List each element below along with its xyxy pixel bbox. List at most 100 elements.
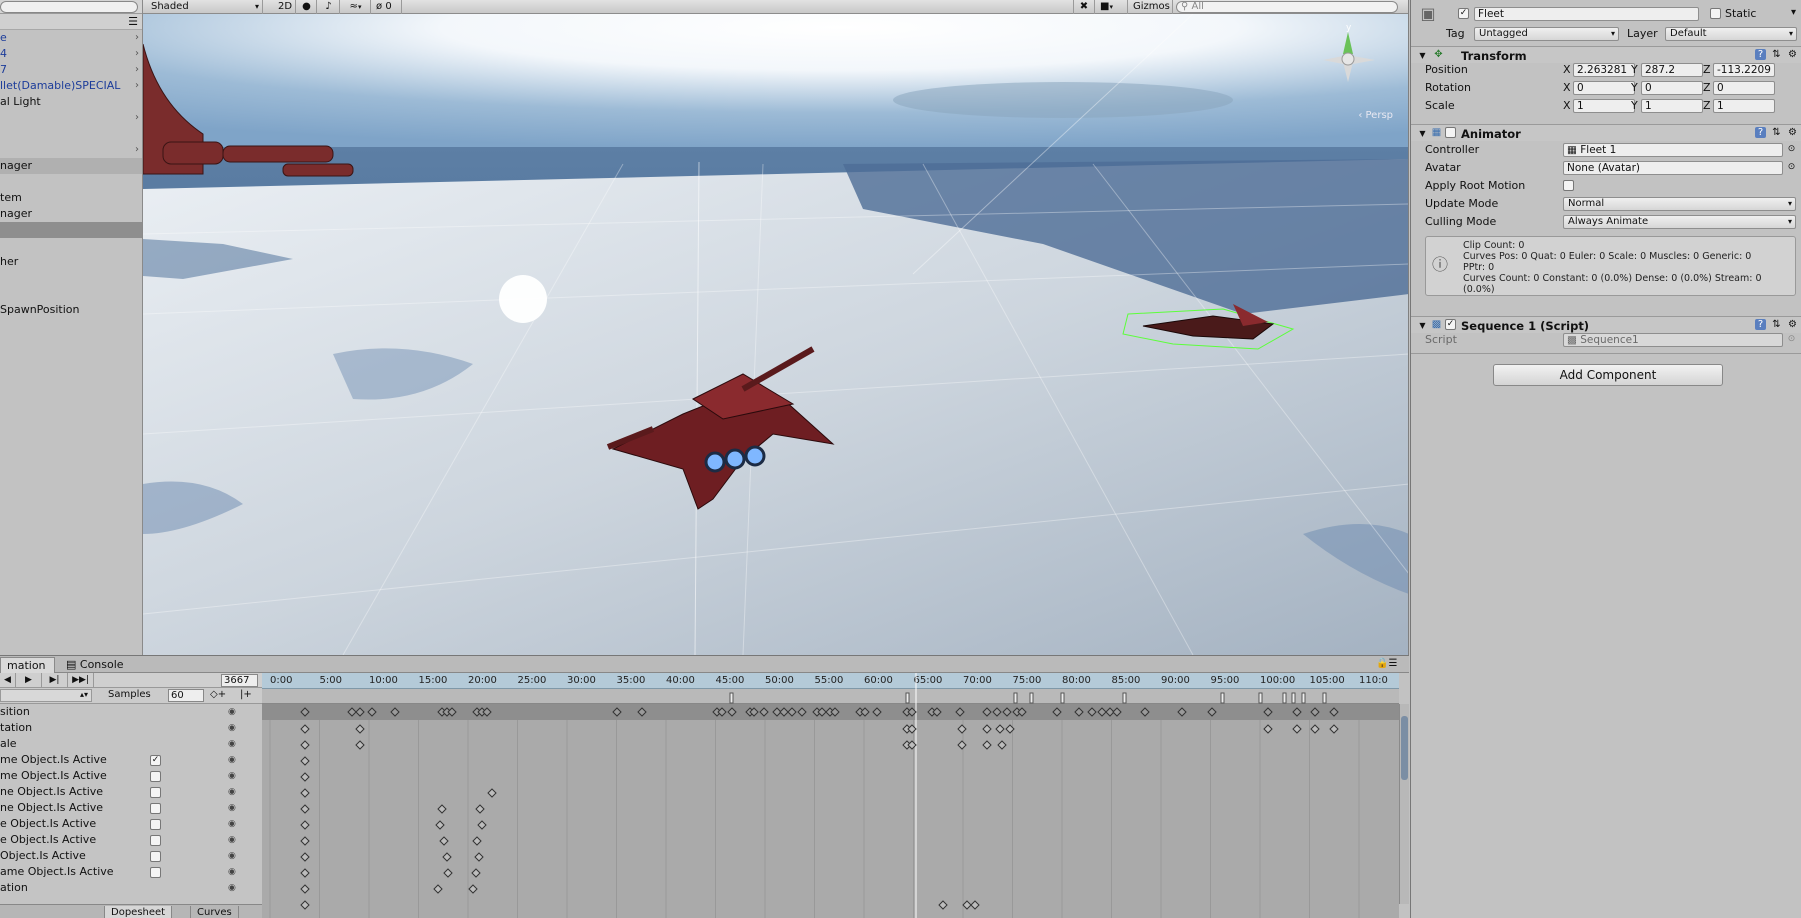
property-row[interactable]: sition ◉ — [0, 704, 250, 720]
hierarchy-item[interactable]: 7 › — [0, 62, 142, 78]
property-value-checkbox[interactable] — [150, 867, 161, 878]
hierarchy-item[interactable] — [0, 222, 142, 238]
visibility-icon[interactable]: ◉ — [228, 864, 236, 880]
property-row[interactable]: me Object.Is Active ◉ — [0, 768, 250, 784]
scale-y-input[interactable]: 1 — [1641, 99, 1703, 113]
2d-toggle-button[interactable]: 2D — [274, 0, 296, 14]
scene-viewport[interactable]: y ‹ Persp — [143, 14, 1408, 655]
visibility-icon[interactable]: ◉ — [228, 832, 236, 848]
property-row[interactable]: ale ◉ — [0, 736, 250, 752]
position-x-axis-label[interactable]: X — [1563, 63, 1571, 76]
samples-input[interactable]: 60 — [168, 689, 204, 702]
hierarchy-item[interactable]: nager — [0, 206, 142, 222]
tag-dropdown[interactable]: Untagged ▾ — [1474, 27, 1619, 41]
transform-header[interactable]: ▼ ✥ Transform ? ⇅ ⚙ — [1411, 46, 1801, 63]
chevron-right-icon[interactable]: › — [135, 78, 139, 94]
hierarchy-item[interactable] — [0, 286, 142, 302]
property-value-checkbox[interactable] — [150, 771, 161, 782]
active-checkbox[interactable]: ✓ — [1458, 8, 1469, 19]
lock-icon[interactable]: 🔒☰ — [1376, 658, 1397, 669]
sequence-header[interactable]: ▼ ▩ ✓ Sequence 1 (Script) ? ⇅ ⚙ — [1411, 316, 1801, 333]
hierarchy-item[interactable] — [0, 238, 142, 254]
rotation-label[interactable]: Rotation — [1425, 81, 1471, 94]
next-frame-button[interactable]: ▶| — [42, 673, 68, 688]
clip-dropdown[interactable]: ▴▾ — [0, 689, 92, 702]
hierarchy-item[interactable]: her — [0, 254, 142, 270]
hierarchy-item[interactable] — [0, 126, 142, 142]
property-row[interactable]: me Object.Is Active ✓ ◉ — [0, 752, 250, 768]
orientation-gizmo[interactable]: y — [1313, 22, 1383, 92]
hierarchy-item[interactable]: nager — [0, 158, 142, 174]
update-mode-dropdown[interactable]: Normal ▾ — [1563, 197, 1796, 211]
position-x-input[interactable]: 2.263281 — [1573, 63, 1635, 77]
rotation-y-input[interactable]: 0 — [1641, 81, 1703, 95]
chevron-right-icon[interactable]: › — [135, 62, 139, 78]
property-value-checkbox[interactable] — [150, 819, 161, 830]
scale-label[interactable]: Scale — [1425, 99, 1455, 112]
hierarchy-search-input[interactable] — [0, 1, 138, 13]
property-value-checkbox[interactable] — [150, 803, 161, 814]
scrollbar-thumb[interactable] — [1401, 716, 1408, 780]
property-row[interactable]: e Object.Is Active ◉ — [0, 832, 250, 848]
property-value-checkbox[interactable] — [150, 835, 161, 846]
gizmos-dropdown[interactable]: Gizmos▾ — [1129, 0, 1173, 23]
scale-y-axis-label[interactable]: Y — [1631, 99, 1638, 112]
hierarchy-item[interactable]: e › — [0, 30, 142, 46]
tab-dopesheet[interactable]: Dopesheet — [104, 906, 173, 918]
hidden-layers-button[interactable]: ø 0 — [372, 0, 402, 14]
property-value-checkbox[interactable]: ✓ — [150, 755, 161, 766]
hierarchy-item[interactable]: › — [0, 142, 142, 158]
gear-icon[interactable]: ⚙ — [1787, 49, 1798, 60]
help-icon[interactable]: ? — [1755, 49, 1766, 60]
visibility-icon[interactable]: ◉ — [228, 784, 236, 800]
foldout-arrow-icon[interactable]: ▼ — [1417, 320, 1428, 331]
visibility-icon[interactable]: ◉ — [228, 720, 236, 736]
shading-dropdown[interactable]: Shaded ▾ — [147, 0, 263, 14]
property-row[interactable]: tation ◉ — [0, 720, 250, 736]
hierarchy-item[interactable]: › — [0, 110, 142, 126]
preset-icon[interactable]: ⇅ — [1771, 319, 1782, 330]
chevron-right-icon[interactable]: › — [135, 30, 139, 46]
property-row[interactable]: ation ◉ — [0, 880, 250, 896]
position-label[interactable]: Position — [1425, 63, 1468, 76]
animator-header[interactable]: ▼ ▦ Animator ? ⇅ ⚙ — [1411, 124, 1801, 141]
chevron-down-icon[interactable]: ▾ — [1788, 7, 1799, 18]
add-event-icon[interactable]: |+ — [240, 689, 252, 700]
chevron-right-icon[interactable]: › — [135, 46, 139, 62]
visibility-icon[interactable]: ◉ — [228, 800, 236, 816]
gear-icon[interactable]: ⚙ — [1787, 127, 1798, 138]
visibility-icon[interactable]: ◉ — [228, 768, 236, 784]
last-frame-button[interactable]: ▶▶| — [68, 673, 94, 688]
visibility-icon[interactable]: ◉ — [228, 704, 236, 720]
property-value-checkbox[interactable] — [150, 851, 161, 862]
projection-label[interactable]: ‹ Persp — [1358, 110, 1393, 121]
rotation-x-input[interactable]: 0 — [1573, 81, 1635, 95]
object-picker-icon[interactable]: ⊙ — [1786, 162, 1797, 173]
help-icon[interactable]: ? — [1755, 319, 1766, 330]
rotation-z-axis-label[interactable]: Z — [1703, 81, 1711, 94]
scale-z-axis-label[interactable]: Z — [1703, 99, 1711, 112]
visibility-icon[interactable]: ◉ — [228, 752, 236, 768]
apply-root-motion-checkbox[interactable] — [1563, 180, 1574, 191]
hierarchy-item[interactable] — [0, 174, 142, 190]
property-row[interactable]: e Object.Is Active ◉ — [0, 816, 250, 832]
previous-key-button[interactable]: ◀ — [0, 673, 16, 688]
tab-animation[interactable]: mation — [0, 657, 55, 673]
tab-console[interactable]: ▤ Console — [60, 657, 130, 673]
avatar-field[interactable]: None (Avatar) — [1563, 161, 1783, 175]
add-keyframe-icon[interactable]: ◇+ — [210, 689, 226, 700]
rotation-z-input[interactable]: 0 — [1713, 81, 1775, 95]
object-name-input[interactable]: Fleet — [1474, 7, 1699, 21]
position-y-axis-label[interactable]: Y — [1631, 63, 1638, 76]
gear-icon[interactable]: ⚙ — [1787, 319, 1798, 330]
scale-x-input[interactable]: 1 — [1573, 99, 1635, 113]
current-frame-input[interactable]: 3667 — [221, 674, 258, 687]
scale-z-input[interactable]: 1 — [1713, 99, 1775, 113]
hierarchy-item[interactable]: SpawnPosition — [0, 302, 142, 318]
rotation-x-axis-label[interactable]: X — [1563, 81, 1571, 94]
help-icon[interactable]: ? — [1755, 127, 1766, 138]
property-row[interactable]: Object.Is Active ◉ — [0, 848, 250, 864]
tools-button[interactable]: ✖ — [1073, 0, 1095, 14]
visibility-icon[interactable]: ◉ — [228, 816, 236, 832]
scene-search-input[interactable]: ⚲ All — [1176, 1, 1398, 13]
